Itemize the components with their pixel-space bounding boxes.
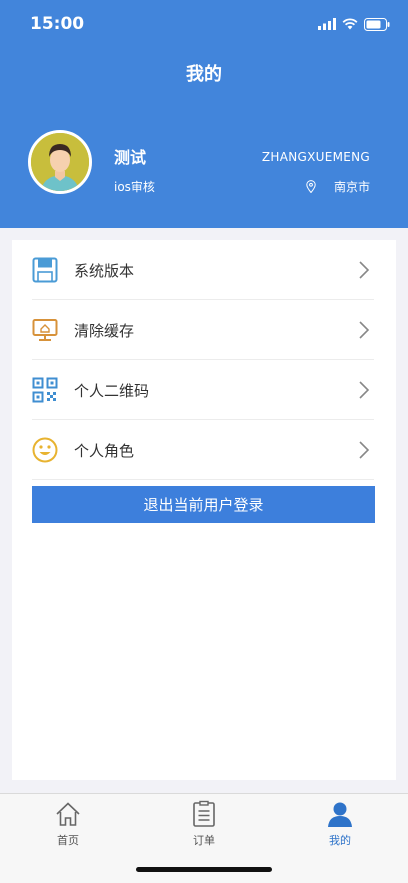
avatar[interactable] [28,130,92,194]
city-label: 南京市 [333,180,370,194]
menu-label: 个人角色 [74,442,135,460]
header: 15:00 我的 测试 ios审核 ZHANGXUEMENG 南京市 [0,0,408,228]
chevron-right-icon [359,441,370,459]
user-icon [328,802,352,827]
floppy-disk-icon [32,257,58,283]
tab-label: 我的 [329,834,351,847]
battery-icon [364,17,390,31]
status-icons [318,16,390,32]
status-time: 15:00 [30,14,85,34]
menu-label: 清除缓存 [74,322,135,340]
tab-label: 订单 [193,834,215,847]
user-location: 南京市 [306,178,370,195]
tab-profile[interactable]: 我的 [300,800,380,850]
menu-item-clear-cache[interactable]: 清除缓存 [32,300,374,360]
location-pin-icon [306,180,316,193]
settings-card: 系统版本 清除缓存 个人二维码 个人角色 退出当前用户登录 [12,240,396,780]
menu-item-qr-code[interactable]: 个人二维码 [32,360,374,420]
chevron-right-icon [359,381,370,399]
chevron-right-icon [359,321,370,339]
user-role: ios审核 [114,180,155,194]
signal-icon [318,18,336,30]
menu-label: 系统版本 [74,262,135,280]
wifi-icon [342,18,358,30]
smiley-icon [32,437,58,463]
chevron-right-icon [359,261,370,279]
user-avatar-icon [31,133,89,191]
home-indicator [136,867,272,872]
logout-button[interactable]: 退出当前用户登录 [32,486,375,523]
page-title: 我的 [186,64,222,85]
qr-code-icon [32,377,58,403]
tab-label: 首页 [57,834,79,847]
user-account: ZHANGXUEMENG [261,150,370,164]
monitor-icon [32,319,58,341]
menu-item-system-version[interactable]: 系统版本 [32,240,374,300]
tab-orders[interactable]: 订单 [164,800,244,850]
home-icon [56,802,80,826]
menu-item-personal-role[interactable]: 个人角色 [32,420,374,480]
tab-home[interactable]: 首页 [28,800,108,850]
menu-label: 个人二维码 [74,382,150,400]
clipboard-icon [193,800,215,827]
user-name: 测试 [114,148,147,167]
status-bar: 15:00 [0,0,408,50]
